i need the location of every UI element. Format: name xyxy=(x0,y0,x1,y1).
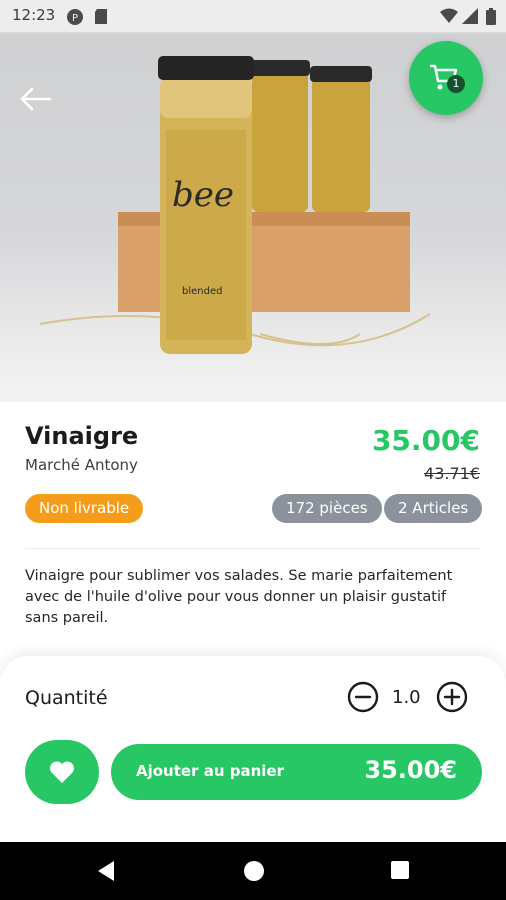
add-to-cart-label: Ajouter au panier xyxy=(136,762,284,780)
minus-circle-icon[interactable] xyxy=(347,681,379,713)
jar-label: bee xyxy=(172,175,234,215)
product-description: Vinaigre pour sublimer vos salades. Se m… xyxy=(25,568,453,626)
product-vendor: Marché Antony xyxy=(25,456,138,474)
system-nav-bar xyxy=(0,842,506,900)
signal-icon xyxy=(462,8,478,24)
notification-icon: P xyxy=(67,9,83,25)
svg-text:P: P xyxy=(72,13,78,24)
wifi-icon xyxy=(440,8,458,23)
add-to-cart-price: 35.00€ xyxy=(364,756,457,784)
nav-back-icon[interactable] xyxy=(96,860,116,882)
quantity-label: Quantité xyxy=(25,687,108,709)
product-title: Vinaigre xyxy=(25,422,139,450)
cart-count-badge: 1 xyxy=(447,75,465,93)
stock-badge: 172 pièces xyxy=(272,494,382,523)
nav-recents-icon[interactable] xyxy=(390,860,410,880)
purchase-panel: Quantité 1.0 Ajouter au panier 35.00€ xyxy=(0,656,506,842)
articles-badge: 2 Articles xyxy=(384,494,483,523)
heart-icon xyxy=(49,761,75,783)
battery-icon xyxy=(486,8,496,25)
jar-bottom-label: blended xyxy=(182,286,222,297)
add-to-cart-button[interactable]: Ajouter au panier 35.00€ xyxy=(111,744,482,800)
product-price: 35.00€ xyxy=(371,424,480,457)
favorite-button[interactable] xyxy=(25,740,99,804)
quantity-value: 1.0 xyxy=(392,687,421,708)
back-arrow-icon[interactable] xyxy=(18,84,54,114)
sim-card-icon xyxy=(95,9,107,24)
status-time: 12:23 xyxy=(12,6,56,24)
nav-home-icon[interactable] xyxy=(243,860,265,882)
product-old-price: 43.71€ xyxy=(424,464,480,483)
delivery-badge: Non livrable xyxy=(25,494,144,523)
plus-circle-icon[interactable] xyxy=(436,681,468,713)
divider xyxy=(25,548,481,549)
status-bar: 12:23 P xyxy=(0,0,506,34)
cart-button[interactable]: 1 xyxy=(409,41,483,115)
